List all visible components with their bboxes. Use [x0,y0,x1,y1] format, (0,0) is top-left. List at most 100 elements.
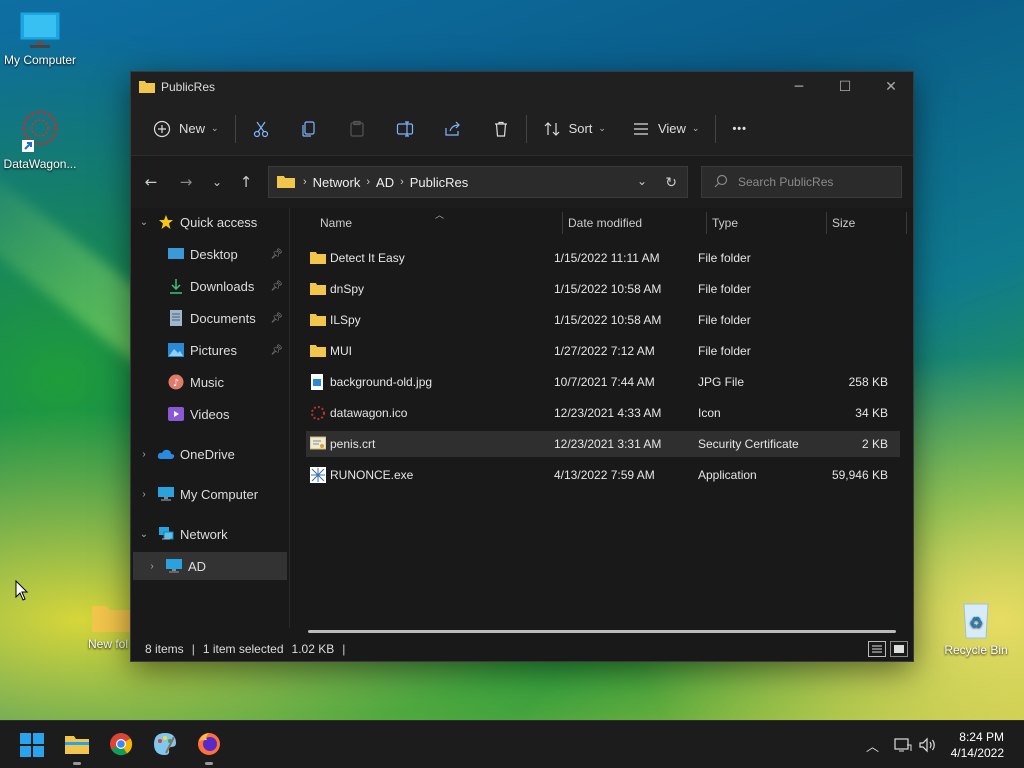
file-row[interactable]: ILSpy 1/15/2022 10:58 AM File folder [306,307,900,333]
taskbar-file-explorer[interactable] [63,731,91,765]
address-bar[interactable]: › Network › AD › PublicRes ⌄ ↻ [268,166,688,198]
file-date-modified: 1/15/2022 10:58 AM [554,282,662,296]
tiles-view-icon[interactable] [890,641,908,657]
navigation-pane: ⌄ Quick access Desktop 📌︎ Downloads 📌︎ D… [131,208,289,628]
file-type: Application [698,468,757,482]
pin-icon[interactable]: 📌︎ [270,249,283,260]
share-icon [444,121,460,136]
clipboard-icon [349,120,364,137]
sidebar-item-music[interactable]: ♪ Music [167,368,287,396]
file-row[interactable]: dnSpy 1/15/2022 10:58 AM File folder [306,276,900,302]
breadcrumb-network[interactable]: Network [313,175,361,190]
delete-button[interactable] [484,113,518,145]
file-row[interactable]: background-old.jpg 10/7/2021 7:44 AM JPG F… [306,369,900,395]
column-size[interactable]: Size [832,216,855,230]
column-type[interactable]: Type [712,216,738,230]
chevron-down-icon: ⌄ [139,528,149,540]
view-button[interactable]: View ⌄ [624,113,708,145]
sidebar-item-documents[interactable]: Documents 📌︎ [167,304,287,332]
back-arrow-icon[interactable]: ← [136,167,166,197]
sort-button[interactable]: Sort ⌄ [535,113,614,145]
file-name: penis.crt [330,437,376,451]
status-divider: | [191,642,195,656]
show-hidden-icons-chevron-icon[interactable]: ︿ [866,721,879,768]
file-row[interactable]: Detect It Easy 1/15/2022 11:11 AM File fol… [306,245,900,271]
video-icon [167,406,185,422]
column-name[interactable]: Name [320,216,352,230]
sidebar-item-onedrive[interactable]: › OneDrive [137,440,293,468]
details-view-icon[interactable] [868,641,886,657]
column-divider[interactable] [826,212,827,234]
breadcrumb-publicres[interactable]: PublicRes [410,175,469,190]
start-windows-icon[interactable] [18,731,46,759]
new-label: New [179,121,206,136]
new-button[interactable]: New ⌄ [145,113,227,145]
network-status-icon[interactable] [894,721,912,768]
toolbar-divider [525,114,527,143]
column-divider[interactable] [562,212,563,234]
file-row[interactable]: datawagon.ico 12/23/2021 4:33 AM Icon 34 KB [306,400,900,426]
desktop-icon-my-computer[interactable]: My Computer [0,10,80,67]
pin-icon[interactable]: 📌︎ [270,281,283,292]
folder-icon [277,174,295,191]
plus-circle-icon [153,120,171,137]
up-arrow-icon[interactable]: ↑ [231,167,261,197]
sidebar-item-label: Quick access [180,214,258,230]
column-date-modified[interactable]: Date modified [568,216,642,230]
pin-icon[interactable]: 📌︎ [270,313,283,324]
sidebar-item-network[interactable]: ⌄ Network [137,520,293,548]
rename-button[interactable] [388,113,422,145]
sidebar-item-ad[interactable]: › AD [133,552,287,580]
file-row[interactable]: penis.crt 12/23/2021 3:31 AM Security Cert… [306,431,900,457]
pin-icon[interactable]: 📌︎ [270,345,283,356]
forward-arrow-icon[interactable]: → [171,167,201,197]
sidebar-item-pictures[interactable]: Pictures 📌︎ [167,336,287,364]
desktop-icon-datawagon[interactable]: DataWagon... [0,108,80,171]
breadcrumb-ad[interactable]: AD [376,175,394,190]
share-button[interactable] [436,113,470,145]
file-date-modified: 10/7/2021 7:44 AM [554,375,655,389]
address-dropdown-chevron-icon[interactable]: ⌄ [637,174,647,188]
sidebar-item-videos[interactable]: Videos [167,400,287,428]
trash-icon [494,121,507,137]
recent-locations-chevron-icon[interactable]: ⌄ [202,167,232,197]
file-type: JPG File [698,375,745,389]
refresh-icon[interactable]: ↻ [665,174,677,191]
file-name: MUI [330,344,352,358]
sidebar-item-desktop[interactable]: Desktop 📌︎ [167,240,287,268]
search-input[interactable] [738,175,888,189]
sidebar-item-downloads[interactable]: Downloads 📌︎ [167,272,287,300]
copy-button[interactable] [292,113,326,145]
taskbar-chrome[interactable] [107,731,135,759]
file-size: 34 KB [855,406,888,420]
taskbar-firefox[interactable] [195,731,223,765]
file-row[interactable]: RUNONCE.exe 4/13/2022 7:59 AM Application 5… [306,462,900,488]
file-date-modified: 12/23/2021 3:31 AM [554,437,662,451]
chevron-down-icon: ⌄ [691,123,700,133]
sort-label: Sort [568,121,593,136]
taskbar-clock[interactable]: 8:24 PM 4/14/2022 [951,729,1004,761]
file-explorer-window[interactable]: PublicRes ─ ☐ ✕ New ⌄ Sort ⌄ View ⌄ ••• … [130,71,914,662]
maximize-button[interactable]: ☐ [822,72,868,102]
column-divider[interactable] [906,212,907,234]
file-date-modified: 4/13/2022 7:59 AM [554,468,655,482]
paste-button[interactable] [340,113,374,145]
file-row[interactable]: MUI 1/27/2022 7:12 AM File folder [306,338,900,364]
taskbar-paint[interactable] [151,731,179,759]
horizontal-scrollbar[interactable] [308,630,896,633]
status-divider: | [342,642,346,656]
sidebar-item-quick-access[interactable]: ⌄ Quick access [137,208,293,236]
close-button[interactable]: ✕ [868,72,914,102]
column-divider[interactable] [706,212,707,234]
running-indicator [205,762,213,765]
desktop-icon-recycle-bin[interactable]: ♻ Recycle Bin [936,598,1016,657]
more-options-button[interactable]: ••• [724,113,755,145]
cut-button[interactable] [244,113,278,145]
file-size: 59,946 KB [831,468,888,482]
volume-icon[interactable] [918,721,938,768]
clock-time: 8:24 PM [959,730,1004,744]
file-type: File folder [698,313,751,327]
search-box[interactable] [701,166,902,198]
minimize-button[interactable]: ─ [776,72,822,102]
sidebar-item-my-computer[interactable]: › My Computer [137,480,293,508]
